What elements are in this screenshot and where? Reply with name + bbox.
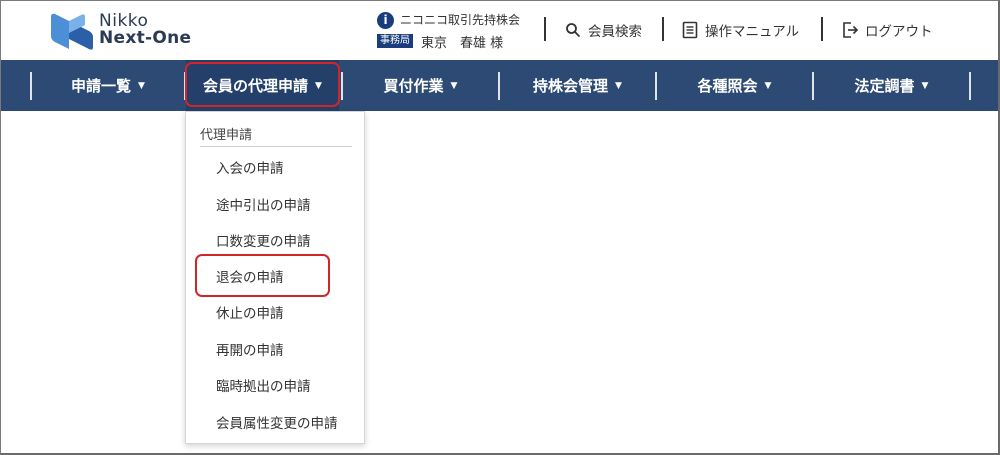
main-nav: 申請一覧 ▼ 会員の代理申請 ▼ 買付作業 ▼ 持株会管理 ▼ 各種照会 ▼ 法定調書 ▼ xyxy=(1,60,998,111)
menu-item-suspension[interactable]: 休止の申請 xyxy=(216,302,284,322)
menu-item-partial-withdrawal[interactable]: 途中引出の申請 xyxy=(216,194,311,214)
search-icon xyxy=(566,23,580,37)
logo-mark-icon xyxy=(51,13,93,50)
nav-item-application-list[interactable]: 申請一覧 ▼ xyxy=(32,60,184,111)
header-divider xyxy=(544,17,546,41)
dropdown-divider xyxy=(200,146,352,147)
highlight-annotation-item xyxy=(195,254,330,297)
menu-item-attribute-change[interactable]: 会員属性変更の申請 xyxy=(216,412,338,432)
nav-item-purchase-work[interactable]: 買付作業 ▼ xyxy=(343,60,498,111)
caret-down-icon: ▼ xyxy=(921,80,929,91)
menu-item-unit-change[interactable]: 口数変更の申請 xyxy=(216,230,311,250)
office-badge: 事務局 xyxy=(377,34,413,48)
header-divider xyxy=(662,17,664,41)
logo[interactable]: Nikko Next-One xyxy=(49,11,209,51)
member-search-link[interactable]: 会員検索 xyxy=(564,19,642,41)
nav-label: 申請一覧 xyxy=(71,77,132,95)
logo-text-nextone: Next-One xyxy=(99,28,192,48)
dropdown-header: 代理申請 xyxy=(200,128,253,143)
member-search-label: 会員検索 xyxy=(588,24,642,40)
nav-label: 買付作業 xyxy=(383,77,444,95)
info-icon[interactable]: i xyxy=(377,12,394,29)
caret-down-icon: ▼ xyxy=(615,80,622,91)
logout-label: ログアウト xyxy=(865,24,933,40)
nav-divider xyxy=(969,72,971,100)
highlight-annotation-nav xyxy=(185,62,340,107)
manual-icon xyxy=(682,21,698,39)
nav-label: 各種照会 xyxy=(697,77,758,95)
manual-label: 操作マニュアル xyxy=(705,24,800,40)
caret-down-icon: ▼ xyxy=(450,80,458,91)
account-info: i ニコニコ取引先持株会 事務局 東京 春雄 様 xyxy=(377,11,537,51)
nav-label: 法定調書 xyxy=(854,77,915,95)
menu-item-resumption[interactable]: 再開の申請 xyxy=(216,339,284,359)
header-divider xyxy=(821,17,823,41)
logout-icon xyxy=(843,22,859,38)
user-name: 東京 春雄 様 xyxy=(421,36,504,51)
menu-item-extra-contribution[interactable]: 臨時拠出の申請 xyxy=(216,375,311,395)
manual-link[interactable]: 操作マニュアル xyxy=(681,19,799,41)
nav-item-legal-reports[interactable]: 法定調書 ▼ xyxy=(814,60,969,111)
nav-item-inquiries[interactable]: 各種照会 ▼ xyxy=(657,60,812,111)
logout-link[interactable]: ログアウト xyxy=(841,19,933,41)
nav-item-association-management[interactable]: 持株会管理 ▼ xyxy=(500,60,655,111)
app-header: Nikko Next-One i ニコニコ取引先持株会 事務局 東京 春雄 様 … xyxy=(1,1,998,60)
caret-down-icon: ▼ xyxy=(138,80,145,91)
company-name: ニコニコ取引先持株会 xyxy=(400,13,521,27)
menu-item-enrollment[interactable]: 入会の申請 xyxy=(216,157,284,177)
nav-label: 持株会管理 xyxy=(533,77,609,95)
caret-down-icon: ▼ xyxy=(764,80,772,91)
